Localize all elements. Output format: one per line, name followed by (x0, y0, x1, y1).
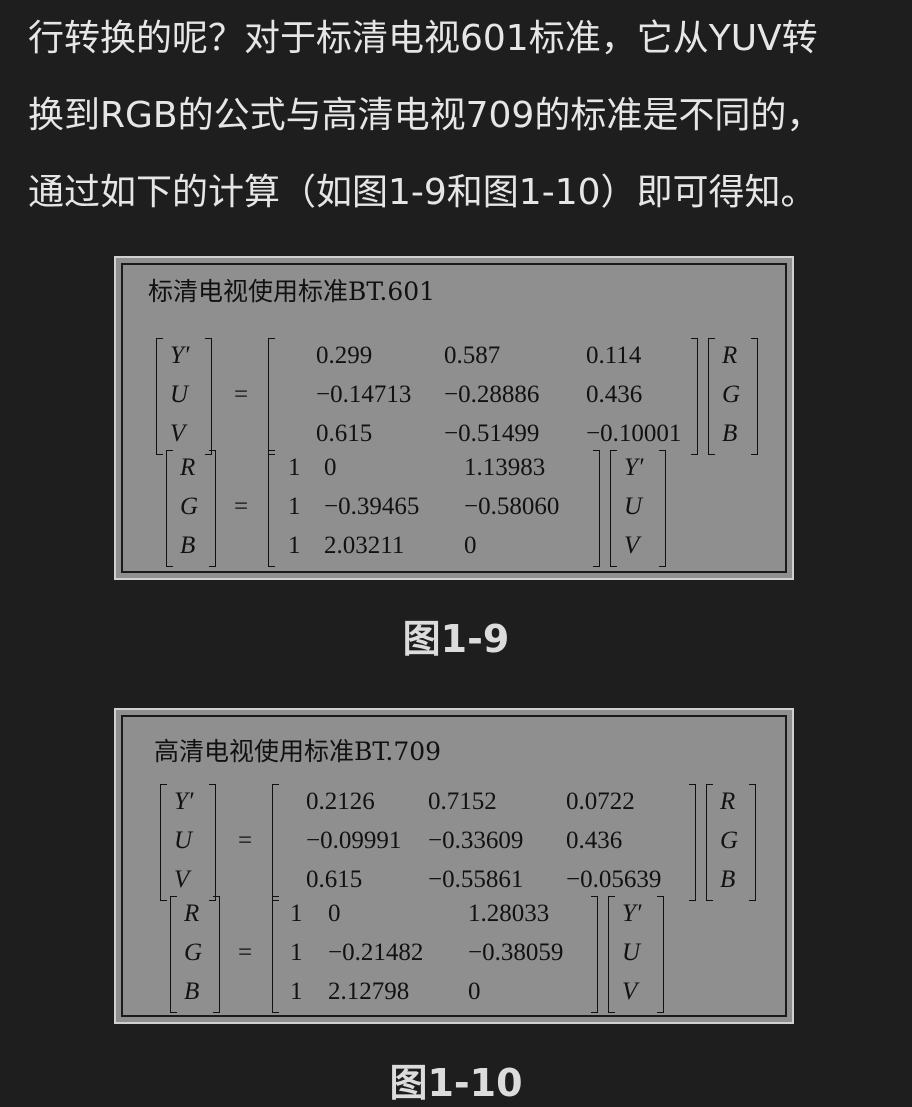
matrix-entry: 0.615 (316, 420, 373, 447)
matrix-entry: 0.0722 (566, 788, 635, 815)
matrix-entry: 1 (288, 454, 301, 481)
matrix-entry: 0.615 (306, 866, 363, 893)
matrix-entry: 0.7152 (428, 788, 497, 815)
vector-entry: G (184, 939, 203, 966)
vector-entry: Y′ (622, 900, 642, 927)
matrix-entry: 1 (290, 978, 303, 1005)
vector-entry: U (624, 493, 643, 520)
vector-entry: Y′ (624, 454, 644, 481)
bracket-left (272, 896, 279, 1013)
matrix-entry: −0.58060 (464, 493, 560, 520)
bracket-left (272, 784, 279, 901)
bracket-left (156, 338, 163, 455)
matrix-entry: −0.05639 (566, 866, 662, 893)
vector-entry: B (184, 978, 200, 1005)
figure-title: 标清电视使用标准BT.601 (148, 277, 436, 306)
bracket-left (708, 338, 715, 455)
bracket-right (209, 784, 216, 901)
equals-sign: = (234, 381, 249, 408)
matrix-entry: −0.14713 (316, 381, 412, 408)
figure-bt709: 高清电视使用标准BT.709 Y′ U V = 0.2126 0.7152 0.0722 −0… (114, 708, 794, 1024)
vector-entry: R (722, 342, 738, 369)
matrix-entry: 0.2126 (306, 788, 375, 815)
bracket-left (160, 784, 167, 901)
matrix-entry: −0.51499 (444, 420, 540, 447)
vector-entry: G (720, 827, 739, 854)
vector-entry: Y′ (170, 342, 190, 369)
matrix-entry: 1 (288, 493, 301, 520)
bracket-left (166, 450, 173, 567)
matrix-entry: 1 (288, 532, 301, 559)
equals-sign: = (238, 939, 253, 966)
bracket-right (209, 450, 216, 567)
matrix-entry: 2.03211 (324, 532, 405, 559)
matrix-entry: −0.21482 (328, 939, 424, 966)
body-paragraph: 行转换的呢？对于标清电视601标准，它从YUV转 换到RGB的公式与高清电视70… (28, 0, 898, 231)
bracket-right (691, 338, 698, 455)
bracket-right (689, 784, 696, 901)
paragraph-line: 行转换的呢？对于标清电视601标准，它从YUV转 (28, 18, 818, 59)
equals-sign: = (234, 493, 249, 520)
matrix-entry: −0.10001 (586, 420, 682, 447)
paragraph-line: 换到RGB的公式与高清电视709的标准是不同的， (28, 95, 823, 136)
vector-entry: B (722, 420, 738, 447)
matrix-entry: 2.12798 (328, 978, 410, 1005)
matrix-entry: 0.587 (444, 342, 501, 369)
vector-entry: B (720, 866, 736, 893)
vector-entry: R (184, 900, 200, 927)
bracket-right (205, 338, 212, 455)
matrix-entry: −0.28886 (444, 381, 540, 408)
figure-bt601: 标清电视使用标准BT.601 Y′ U V = 0.299 0.587 0.114 −0.14… (114, 256, 794, 580)
matrix-entry: 0.436 (586, 381, 643, 408)
equals-sign: = (238, 827, 253, 854)
matrix-entry: 1.13983 (464, 454, 546, 481)
matrix-entry: 0.299 (316, 342, 373, 369)
vector-entry: V (174, 866, 190, 893)
vector-entry: Y′ (174, 788, 194, 815)
bracket-right (213, 896, 220, 1013)
bracket-right (657, 896, 664, 1013)
bracket-left (608, 896, 615, 1013)
matrix-entry: −0.38059 (468, 939, 564, 966)
vector-entry: V (170, 420, 186, 447)
matrix-entry: 1 (290, 939, 303, 966)
bracket-right (751, 338, 758, 455)
vector-entry: R (720, 788, 736, 815)
matrix-entry: 1 (290, 900, 303, 927)
figure-caption: 图1-9 (402, 617, 510, 661)
vector-entry: V (622, 978, 638, 1005)
vector-entry: U (622, 939, 641, 966)
bracket-right (659, 450, 666, 567)
matrix-entry: −0.09991 (306, 827, 402, 854)
matrix-entry: −0.33609 (428, 827, 524, 854)
bracket-left (268, 450, 275, 567)
matrix-entry: 0 (328, 900, 341, 927)
matrix-entry: −0.55861 (428, 866, 524, 893)
matrix-entry: 0.114 (586, 342, 642, 369)
vector-entry: V (624, 532, 640, 559)
matrix-entry: 0 (324, 454, 337, 481)
vector-entry: R (180, 454, 196, 481)
matrix-entry: 0 (468, 978, 481, 1005)
vector-entry: B (180, 532, 196, 559)
matrix-entry: 0.436 (566, 827, 623, 854)
paragraph-line: 通过如下的计算（如图1-9和图1-10）即可得知。 (28, 172, 817, 213)
vector-entry: G (722, 381, 741, 408)
bracket-left (706, 784, 713, 901)
vector-entry: G (180, 493, 199, 520)
bracket-left (610, 450, 617, 567)
bracket-left (268, 338, 275, 455)
matrix-entry: 0 (464, 532, 477, 559)
vector-entry: U (170, 381, 189, 408)
figure-title: 高清电视使用标准BT.709 (154, 737, 442, 766)
vector-entry: U (174, 827, 193, 854)
matrix-entry: −0.39465 (324, 493, 420, 520)
matrix-entry: 1.28033 (468, 900, 550, 927)
bracket-right (749, 784, 756, 901)
bracket-right (593, 450, 600, 567)
bracket-left (170, 896, 177, 1013)
figure-caption: 图1-10 (389, 1061, 523, 1105)
figure-frame (121, 263, 787, 573)
bracket-right (591, 896, 598, 1013)
